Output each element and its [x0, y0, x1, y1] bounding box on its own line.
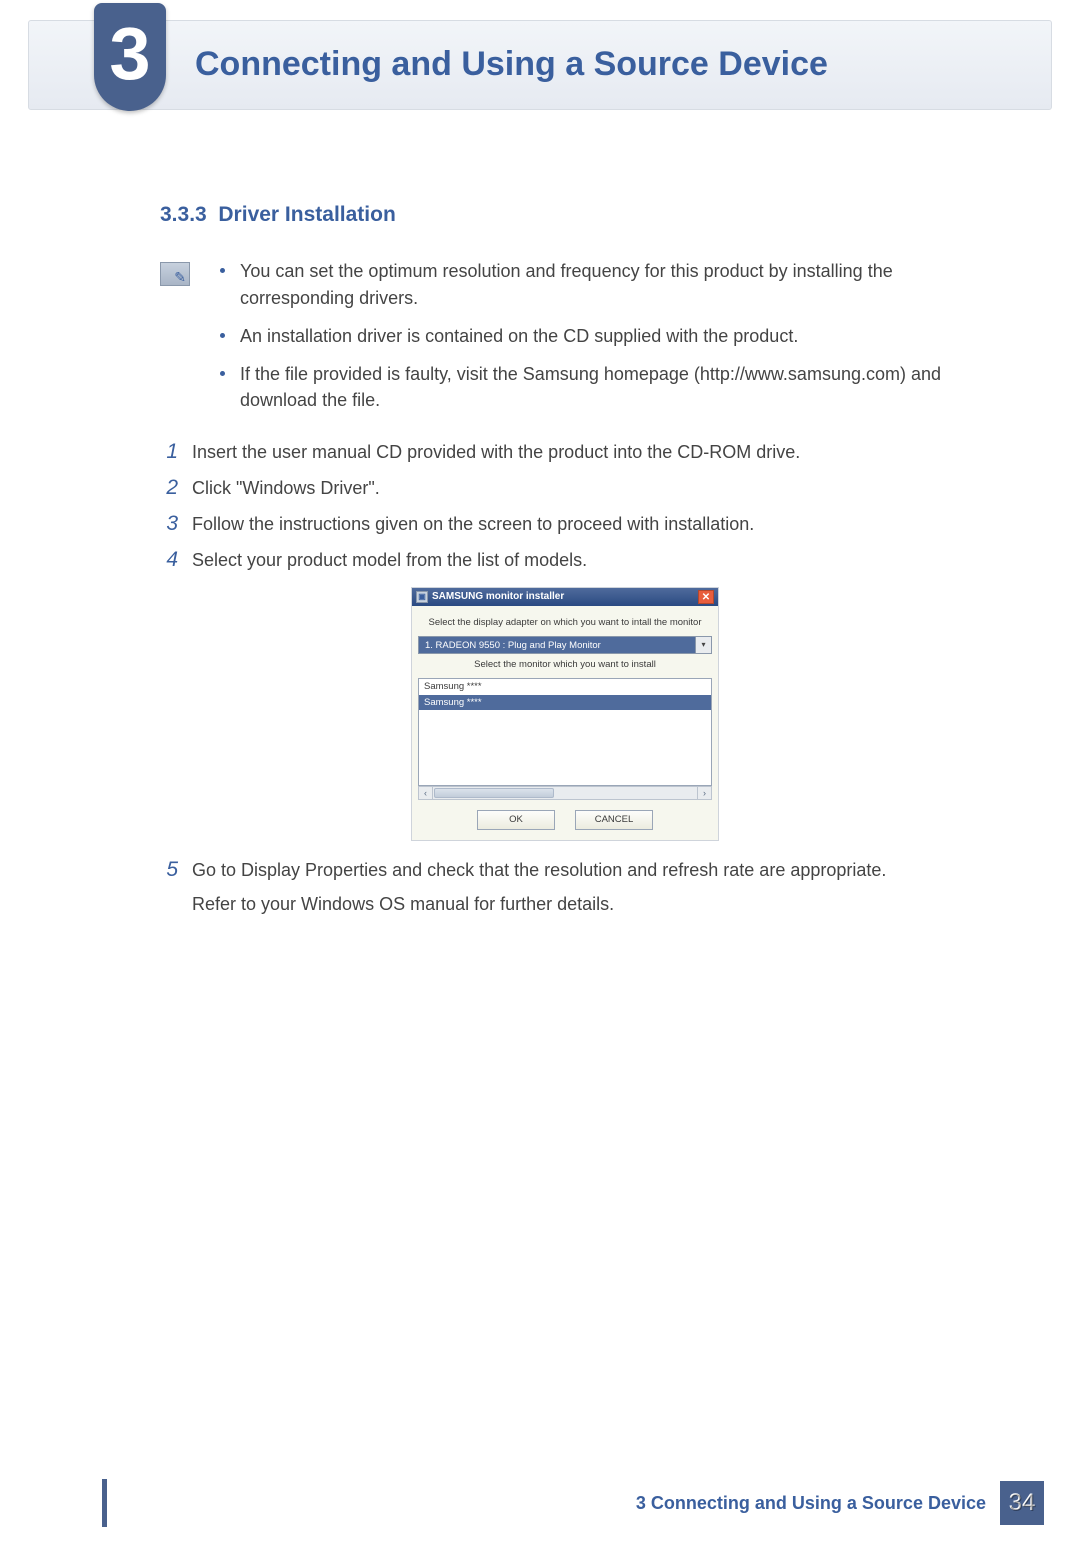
section-title: Driver Installation [218, 203, 395, 226]
page-number-shadow: 34 [1001, 1482, 1045, 1526]
page-number-box: 34 34 [1000, 1481, 1044, 1525]
note-list: You can set the optimum resolution and f… [212, 258, 970, 424]
section-number: 3.3.3 [160, 203, 207, 226]
scroll-right-icon[interactable]: › [697, 787, 711, 799]
footer-title: 3 Connecting and Using a Source Device [636, 1490, 986, 1516]
list-item[interactable]: Samsung **** [419, 679, 711, 695]
step: 2 Click "Windows Driver". [160, 475, 970, 501]
dialog-label: Select the display adapter on which you … [418, 616, 712, 630]
monitor-listbox[interactable]: Samsung **** Samsung **** [418, 678, 712, 786]
step: 4 Select your product model from the lis… [160, 547, 970, 573]
dialog-label: Select the monitor which you want to ins… [418, 658, 712, 672]
step-number: 5 [160, 858, 178, 881]
chapter-header: 3 Connecting and Using a Source Device [28, 20, 1052, 110]
cancel-button[interactable]: CANCEL [575, 810, 653, 830]
dialog-titlebar: ▣ SAMSUNG monitor installer ✕ [412, 588, 718, 606]
step-text: Refer to your Windows OS manual for furt… [192, 891, 970, 917]
installer-dialog: ▣ SAMSUNG monitor installer ✕ Select the… [411, 587, 719, 841]
dialog-button-row: OK CANCEL [418, 810, 712, 830]
step-text: Insert the user manual CD provided with … [192, 439, 970, 465]
step: 1 Insert the user manual CD provided wit… [160, 439, 970, 465]
note-block: You can set the optimum resolution and f… [160, 258, 970, 424]
chevron-down-icon[interactable]: ▾ [695, 637, 711, 653]
step: 3 Follow the instructions given on the s… [160, 511, 970, 537]
step: 5 Go to Display Properties and check tha… [160, 857, 970, 925]
chapter-title: Connecting and Using a Source Device [195, 40, 828, 89]
step-number: 1 [160, 440, 178, 463]
step-text: Go to Display Properties and check that … [192, 857, 970, 883]
footer-accent [102, 1479, 107, 1527]
step-text: Select your product model from the list … [192, 547, 970, 573]
page-footer: 3 Connecting and Using a Source Device 3… [0, 1479, 1080, 1527]
ok-button[interactable]: OK [477, 810, 555, 830]
scroll-left-icon[interactable]: ‹ [419, 787, 433, 799]
note-icon [160, 262, 190, 286]
horizontal-scrollbar[interactable]: ‹ › [418, 786, 712, 800]
chapter-number: 3 [109, 0, 150, 107]
list-item[interactable]: Samsung **** [419, 695, 711, 711]
adapter-dropdown[interactable]: 1. RADEON 9550 : Plug and Play Monitor ▾ [418, 636, 712, 654]
note-item: If the file provided is faulty, visit th… [212, 361, 970, 413]
step-text: Click "Windows Driver". [192, 475, 970, 501]
dialog-app-icon: ▣ [416, 591, 428, 603]
step-number: 2 [160, 476, 178, 499]
steps-list: 1 Insert the user manual CD provided wit… [160, 439, 970, 925]
step-body: Go to Display Properties and check that … [192, 857, 970, 925]
section-heading: 3.3.3 Driver Installation [160, 200, 970, 230]
scroll-thumb[interactable] [434, 788, 554, 798]
close-icon[interactable]: ✕ [698, 590, 714, 604]
page-content: 3.3.3 Driver Installation You can set th… [0, 110, 1080, 925]
chapter-number-badge: 3 [94, 3, 166, 111]
dialog-title-text: SAMSUNG monitor installer [432, 590, 564, 605]
scroll-track[interactable] [555, 787, 697, 799]
step-text: Follow the instructions given on the scr… [192, 511, 970, 537]
note-item: You can set the optimum resolution and f… [212, 258, 970, 310]
dropdown-value: 1. RADEON 9550 : Plug and Play Monitor [419, 637, 695, 653]
dialog-body: Select the display adapter on which you … [412, 606, 718, 840]
note-item: An installation driver is contained on t… [212, 323, 970, 349]
step-number: 3 [160, 512, 178, 535]
step-number: 4 [160, 548, 178, 571]
